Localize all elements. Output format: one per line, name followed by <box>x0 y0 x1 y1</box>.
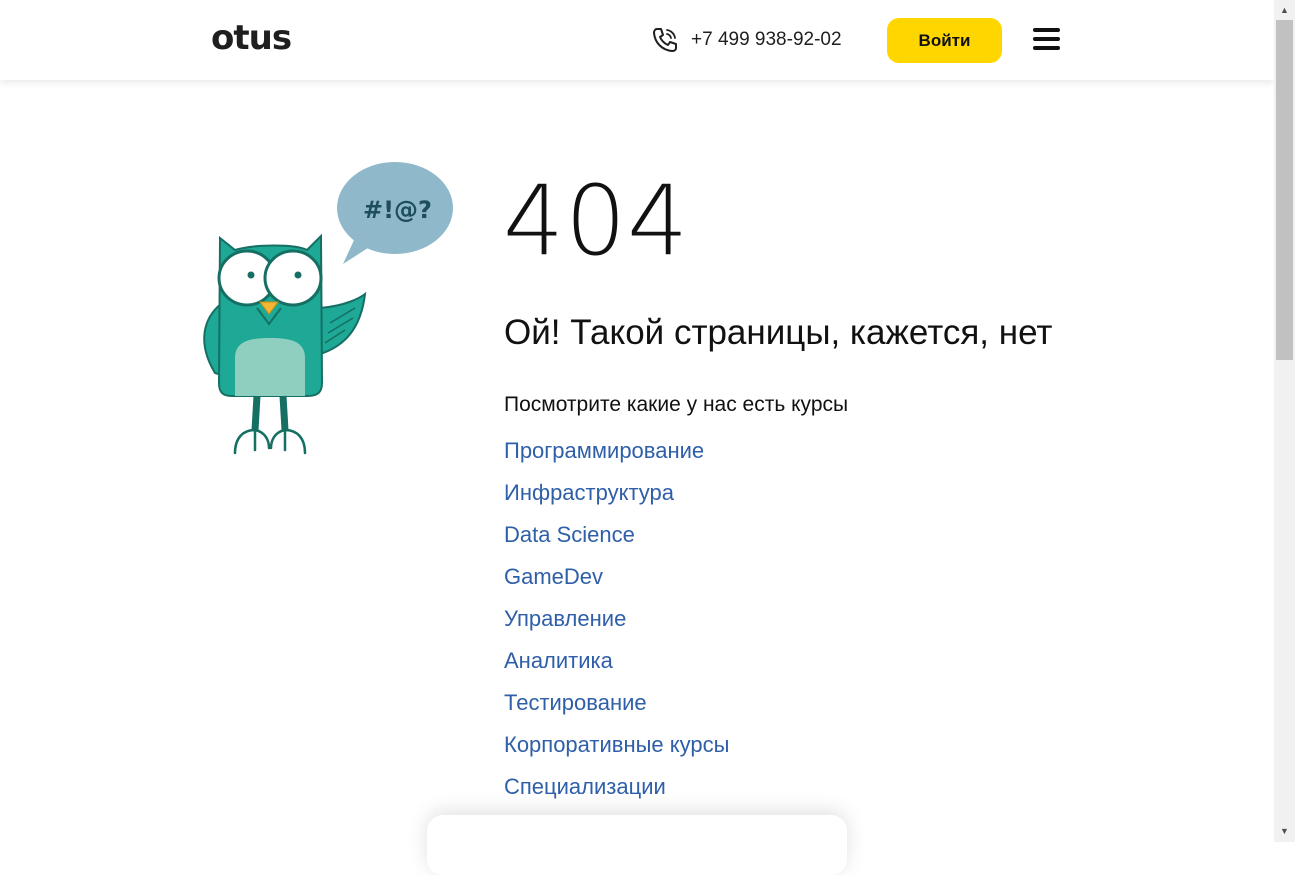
courses-subtitle: Посмотрите какие у нас есть курсы <box>504 393 849 416</box>
course-link-programming[interactable]: Программирование <box>504 438 704 463</box>
list-item: GameDev <box>504 562 729 604</box>
list-item: Data Science <box>504 520 729 562</box>
menu-icon[interactable] <box>1033 28 1061 52</box>
course-link-corporate[interactable]: Корпоративные курсы <box>504 732 729 757</box>
error-title: Ой! Такой страницы, кажется, нет <box>504 313 1053 352</box>
course-link-testing[interactable]: Тестирование <box>504 690 647 715</box>
scroll-down-arrow-icon[interactable]: ▼ <box>1274 823 1295 840</box>
owl-illustration: #!@? <box>195 158 457 458</box>
course-link-specializations[interactable]: Специализации <box>504 774 666 799</box>
course-link-infrastructure[interactable]: Инфраструктура <box>504 480 674 505</box>
list-item: Тестирование <box>504 688 729 730</box>
list-item: Специализации <box>504 772 729 814</box>
phone-contact[interactable]: +7 499 938-92-02 <box>651 26 842 54</box>
list-item: Управление <box>504 604 729 646</box>
phone-number[interactable]: +7 499 938-92-02 <box>691 29 842 51</box>
bubble-text: #!@? <box>363 196 432 224</box>
scroll-thumb[interactable] <box>1276 20 1293 360</box>
logo-text: otus <box>211 18 292 58</box>
list-item: Корпоративные курсы <box>504 730 729 772</box>
list-item: Программирование <box>504 436 729 478</box>
list-item: Аналитика <box>504 646 729 688</box>
course-link-analytics[interactable]: Аналитика <box>504 648 613 673</box>
phone-icon <box>653 28 677 52</box>
course-links-list: Программирование Инфраструктура Data Sci… <box>504 436 729 814</box>
course-link-management[interactable]: Управление <box>504 606 626 631</box>
site-header: otus +7 499 938-92-02 Войти <box>0 0 1274 80</box>
list-item: Инфраструктура <box>504 478 729 520</box>
login-button[interactable]: Войти <box>887 18 1002 63</box>
scroll-up-arrow-icon[interactable]: ▲ <box>1274 2 1295 19</box>
otus-logo[interactable]: otus <box>211 18 317 58</box>
course-link-data-science[interactable]: Data Science <box>504 522 635 547</box>
vertical-scrollbar[interactable]: ▲ ▼ <box>1274 0 1295 842</box>
bottom-popup-card <box>427 815 847 875</box>
error-code: 404 <box>503 165 690 277</box>
course-link-gamedev[interactable]: GameDev <box>504 564 603 589</box>
